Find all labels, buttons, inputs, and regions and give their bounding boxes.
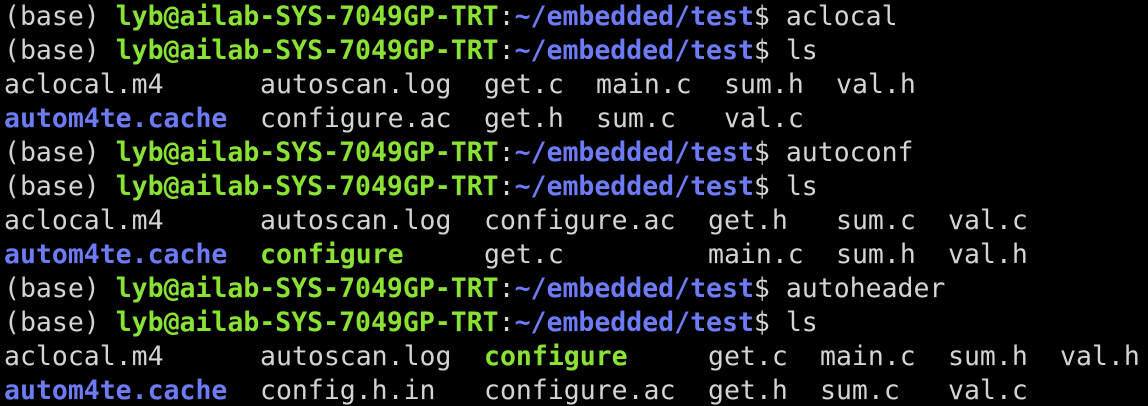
prompt-sign: $ (753, 171, 770, 202)
ls-entry: val.c (948, 205, 1028, 236)
prompt-line: (base) lyb@ailab-SYS-7049GP-TRT:~/embedd… (4, 136, 1148, 170)
user-host: lyb@ailab-SYS-7049GP-TRT (115, 35, 499, 66)
working-directory: ~/embedded/test (514, 307, 754, 338)
conda-env-label: (base) (4, 1, 100, 32)
user-host: lyb@ailab-SYS-7049GP-TRT (115, 171, 499, 202)
working-directory: ~/embedded/test (514, 171, 754, 202)
ls-entry: configure (484, 341, 628, 372)
prompt-colon: : (498, 35, 515, 66)
prompt-sign: $ (753, 307, 770, 338)
ls-entry: sum.c (596, 103, 676, 134)
ls-entry: sum.h (724, 69, 804, 100)
command-text: autoheader (785, 273, 946, 304)
prompt-line: (base) lyb@ailab-SYS-7049GP-TRT:~/embedd… (4, 0, 1148, 34)
ls-entry: get.h (708, 375, 788, 406)
ls-entry: main.c (708, 239, 804, 270)
ls-entry: get.c (708, 341, 788, 372)
ls-entry: autoscan.log (260, 69, 452, 100)
user-host: lyb@ailab-SYS-7049GP-TRT (115, 273, 499, 304)
working-directory: ~/embedded/test (514, 35, 754, 66)
user-host: lyb@ailab-SYS-7049GP-TRT (115, 137, 499, 168)
ls-entry: val.h (948, 239, 1028, 270)
ls-entry: val.c (724, 103, 804, 134)
prompt-colon: : (498, 137, 515, 168)
ls-output-row: aclocal.m4 autoscan.log configure.ac get… (4, 204, 1148, 238)
prompt-colon: : (498, 307, 515, 338)
ls-entry: autom4te.cache (4, 239, 228, 270)
ls-entry: configure.ac (484, 205, 676, 236)
ls-entry: sum.c (836, 205, 916, 236)
command-text: autoconf (785, 137, 914, 168)
ls-entry: config.h.in (260, 375, 436, 406)
conda-env-label: (base) (4, 35, 100, 66)
ls-entry: get.h (484, 103, 564, 134)
ls-entry: main.c (820, 341, 916, 372)
ls-entry: aclocal.m4 (4, 341, 164, 372)
ls-entry: configure.ac (484, 375, 676, 406)
ls-output-row: autom4te.cache configure get.c main.c su… (4, 238, 1148, 272)
ls-entry: configure (260, 239, 404, 270)
ls-entry: get.h (708, 205, 788, 236)
ls-entry: aclocal.m4 (4, 69, 164, 100)
prompt-sign: $ (753, 35, 770, 66)
conda-env-label: (base) (4, 273, 100, 304)
ls-entry: autom4te.cache (4, 103, 228, 134)
conda-env-label: (base) (4, 307, 100, 338)
ls-entry: aclocal.m4 (4, 205, 164, 236)
working-directory: ~/embedded/test (514, 137, 754, 168)
prompt-line: (base) lyb@ailab-SYS-7049GP-TRT:~/embedd… (4, 306, 1148, 340)
working-directory: ~/embedded/test (514, 1, 754, 32)
ls-output-row: autom4te.cache config.h.in configure.ac … (4, 374, 1148, 406)
ls-entry: main.c (596, 69, 692, 100)
terminal-window[interactable]: (base) lyb@ailab-SYS-7049GP-TRT:~/embedd… (0, 0, 1148, 406)
ls-output-row: aclocal.m4 autoscan.log get.c main.c sum… (4, 68, 1148, 102)
conda-env-label: (base) (4, 137, 100, 168)
user-host: lyb@ailab-SYS-7049GP-TRT (115, 307, 499, 338)
command-text: ls (785, 35, 818, 66)
ls-entry: autoscan.log (260, 205, 452, 236)
ls-entry: configure.ac (260, 103, 452, 134)
prompt-colon: : (498, 171, 515, 202)
prompt-sign: $ (753, 1, 770, 32)
prompt-sign: $ (753, 137, 770, 168)
prompt-colon: : (498, 1, 515, 32)
prompt-line: (base) lyb@ailab-SYS-7049GP-TRT:~/embedd… (4, 272, 1148, 306)
command-text: ls (785, 307, 818, 338)
ls-entry: sum.h (948, 341, 1028, 372)
command-text: ls (785, 171, 818, 202)
conda-env-label: (base) (4, 171, 100, 202)
ls-entry: val.h (836, 69, 916, 100)
ls-output-row: autom4te.cache configure.ac get.h sum.c … (4, 102, 1148, 136)
ls-entry: autom4te.cache (4, 375, 228, 406)
prompt-line: (base) lyb@ailab-SYS-7049GP-TRT:~/embedd… (4, 34, 1148, 68)
ls-entry: val.h (1060, 341, 1140, 372)
prompt-sign: $ (753, 273, 770, 304)
command-text: aclocal (785, 1, 898, 32)
ls-entry: sum.c (820, 375, 900, 406)
ls-entry: sum.h (836, 239, 916, 270)
prompt-colon: : (498, 273, 515, 304)
ls-entry: autoscan.log (260, 341, 452, 372)
ls-entry: val.c (948, 375, 1028, 406)
ls-entry: get.c (484, 69, 564, 100)
working-directory: ~/embedded/test (514, 273, 754, 304)
user-host: lyb@ailab-SYS-7049GP-TRT (115, 1, 499, 32)
ls-entry: get.c (484, 239, 564, 270)
ls-output-row: aclocal.m4 autoscan.log configure get.c … (4, 340, 1148, 374)
prompt-line: (base) lyb@ailab-SYS-7049GP-TRT:~/embedd… (4, 170, 1148, 204)
